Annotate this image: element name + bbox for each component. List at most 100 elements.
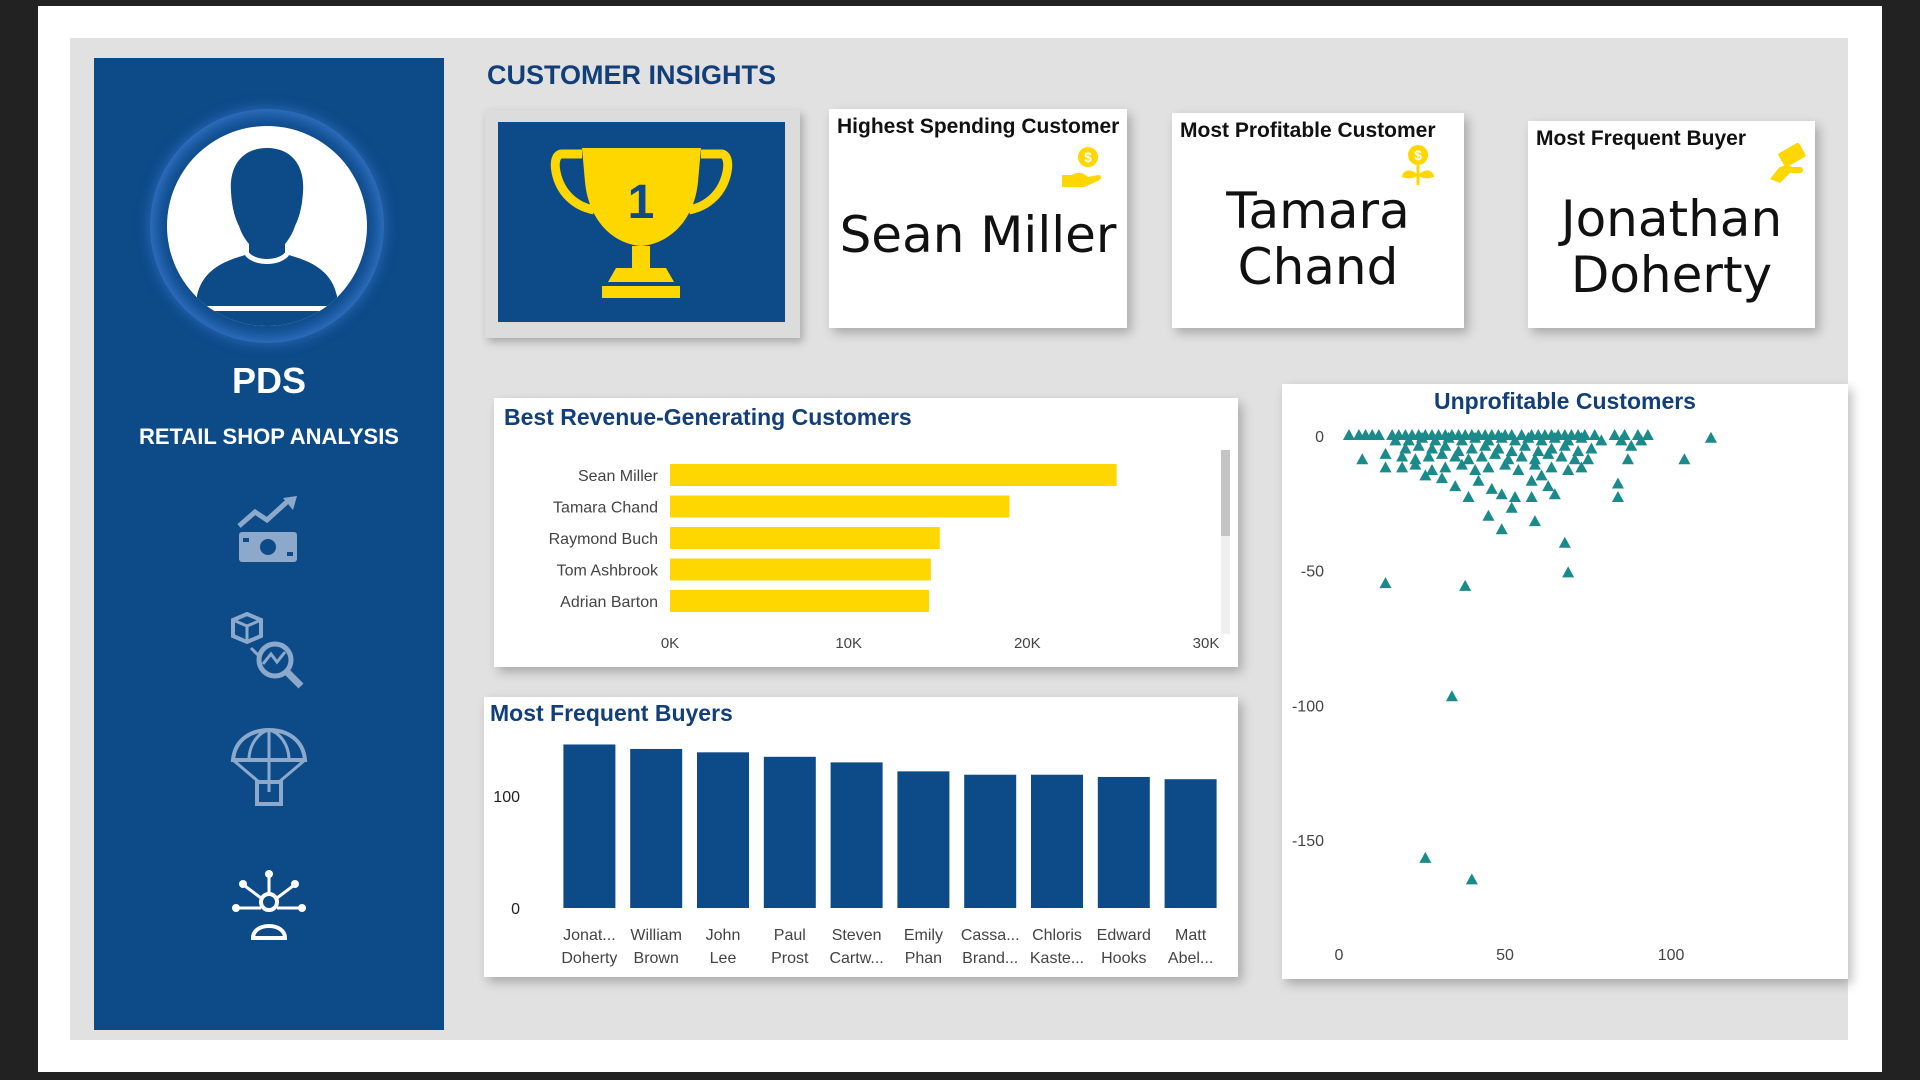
scatter-point [1532,445,1545,457]
trophy-rank: 1 [628,176,655,229]
x-tick-label: 0K [661,635,679,652]
bar [830,762,883,908]
y-tick-label: 100 [493,789,520,806]
scatter-point [1449,480,1462,492]
scatter-point [1509,490,1522,502]
scatter-point [1555,450,1568,462]
bar [1164,779,1217,908]
bar [670,495,1010,518]
kpi-card-most-profitable: Most Profitable Customer $ Tamara Chand [1172,113,1464,328]
category-label: Prost [771,950,809,967]
category-label: Brand... [962,950,1018,967]
scatter-point [1459,579,1472,591]
scatter-point [1356,453,1369,465]
scatter-point [1425,464,1438,476]
scatter-point [1505,445,1518,457]
scatter-point [1379,577,1392,589]
scatter-point [1585,442,1598,454]
scatter-point [1482,461,1495,473]
brand-subtitle: RETAIL SHOP ANALYSIS [139,424,399,449]
money-plant-icon: $ [1402,145,1434,185]
scatter-point [1641,429,1654,440]
scatter-point [1512,464,1525,476]
x-tick-label: 0 [1335,947,1344,964]
revenue-chart: Sean Miller Tamara Chand Raymond Buch Tom A… [549,450,1230,652]
cash-hand-icon [1770,143,1806,183]
bar [670,527,940,549]
scatter-point [1611,490,1624,502]
trophy-icon: 1 [550,148,733,298]
scatter-point [1465,873,1478,885]
category-label: Emily [904,927,943,944]
parachute-delivery-icon[interactable] [227,726,311,810]
page-title: CUSTOMER INSIGHTS [487,60,777,90]
scatter-point [1572,445,1585,457]
bar [964,774,1017,908]
category-label: Phan [905,950,942,967]
scatter-point [1465,442,1478,454]
scatter-point [1582,453,1595,465]
kpi-value-line-1: Tamara [1226,182,1410,240]
bar [670,558,931,581]
unprofitable-chart: 0 -50 -100 -150 0 50 100 [1292,429,1717,964]
x-tick-label: 30K [1193,635,1220,652]
customer-insights-icon[interactable] [227,868,311,952]
user-silhouette-icon [191,148,343,326]
category-label: Matt [1175,927,1207,944]
scatter-point [1542,480,1555,492]
category-label: John [706,927,741,944]
category-label: Abel... [1168,950,1213,967]
scatter-point [1472,474,1485,486]
scatter-point [1535,469,1548,481]
category-label: Paul [774,927,806,944]
kpi-label: Most Profitable Customer [1180,119,1436,142]
sales-growth-icon[interactable] [227,490,311,574]
scatter-point [1558,536,1571,548]
x-tick-label: 10K [835,635,862,652]
scatter-point [1475,450,1488,462]
scatter-point [1562,464,1575,476]
scatter-point [1611,477,1624,489]
category-label: Brown [634,950,679,967]
scatter-point [1588,429,1601,440]
bar [630,748,683,908]
product-analysis-icon[interactable] [227,608,311,692]
scatter-point [1495,523,1508,535]
bar [763,756,816,908]
scatter-point [1379,461,1392,473]
category-label: Lee [710,950,737,967]
kpi-label: Highest Spending Customer [837,115,1120,138]
scatter-point [1528,515,1541,527]
category-label: Cassa... [961,927,1020,944]
y-tick-label: -150 [1292,833,1324,850]
category-label: Jonat... [563,927,615,944]
kpi-card-highest-spending: Highest Spending Customer $ Sean Miller [829,109,1127,328]
category-label: William [630,927,682,944]
scatter-point [1469,464,1482,476]
x-tick-label: 100 [1658,947,1685,964]
category-label: Raymond Buch [549,531,658,548]
scatter-point [1482,509,1495,521]
category-label: Edward [1097,927,1151,944]
scatter-point [1379,447,1392,459]
kpi-value-line-1: Jonathan [1560,190,1783,248]
svg-text:$: $ [1414,147,1422,163]
scatter-point [1342,429,1355,440]
kpi-value-line-2: Doherty [1570,246,1773,304]
bar [670,590,930,612]
sidebar: PDS RETAIL SHOP ANALYSIS [94,58,444,1030]
svg-text:$: $ [1084,149,1092,165]
kpi-value-line-2: Chand [1237,238,1399,296]
scatter-point [1462,490,1475,502]
scatter-point [1505,501,1518,513]
avatar [150,109,384,343]
y-tick-label: 0 [1315,429,1324,446]
scatter-point [1485,482,1498,494]
bar [897,771,950,908]
scatter-point [1525,490,1538,502]
x-tick-label: 20K [1014,635,1041,652]
scrollbar-thumb[interactable] [1221,450,1230,536]
kpi-label: Most Frequent Buyer [1536,127,1747,150]
kpi-card-most-frequent: Most Frequent Buyer Jonathan Doherty [1528,121,1815,328]
category-label: Cartw... [829,950,883,967]
